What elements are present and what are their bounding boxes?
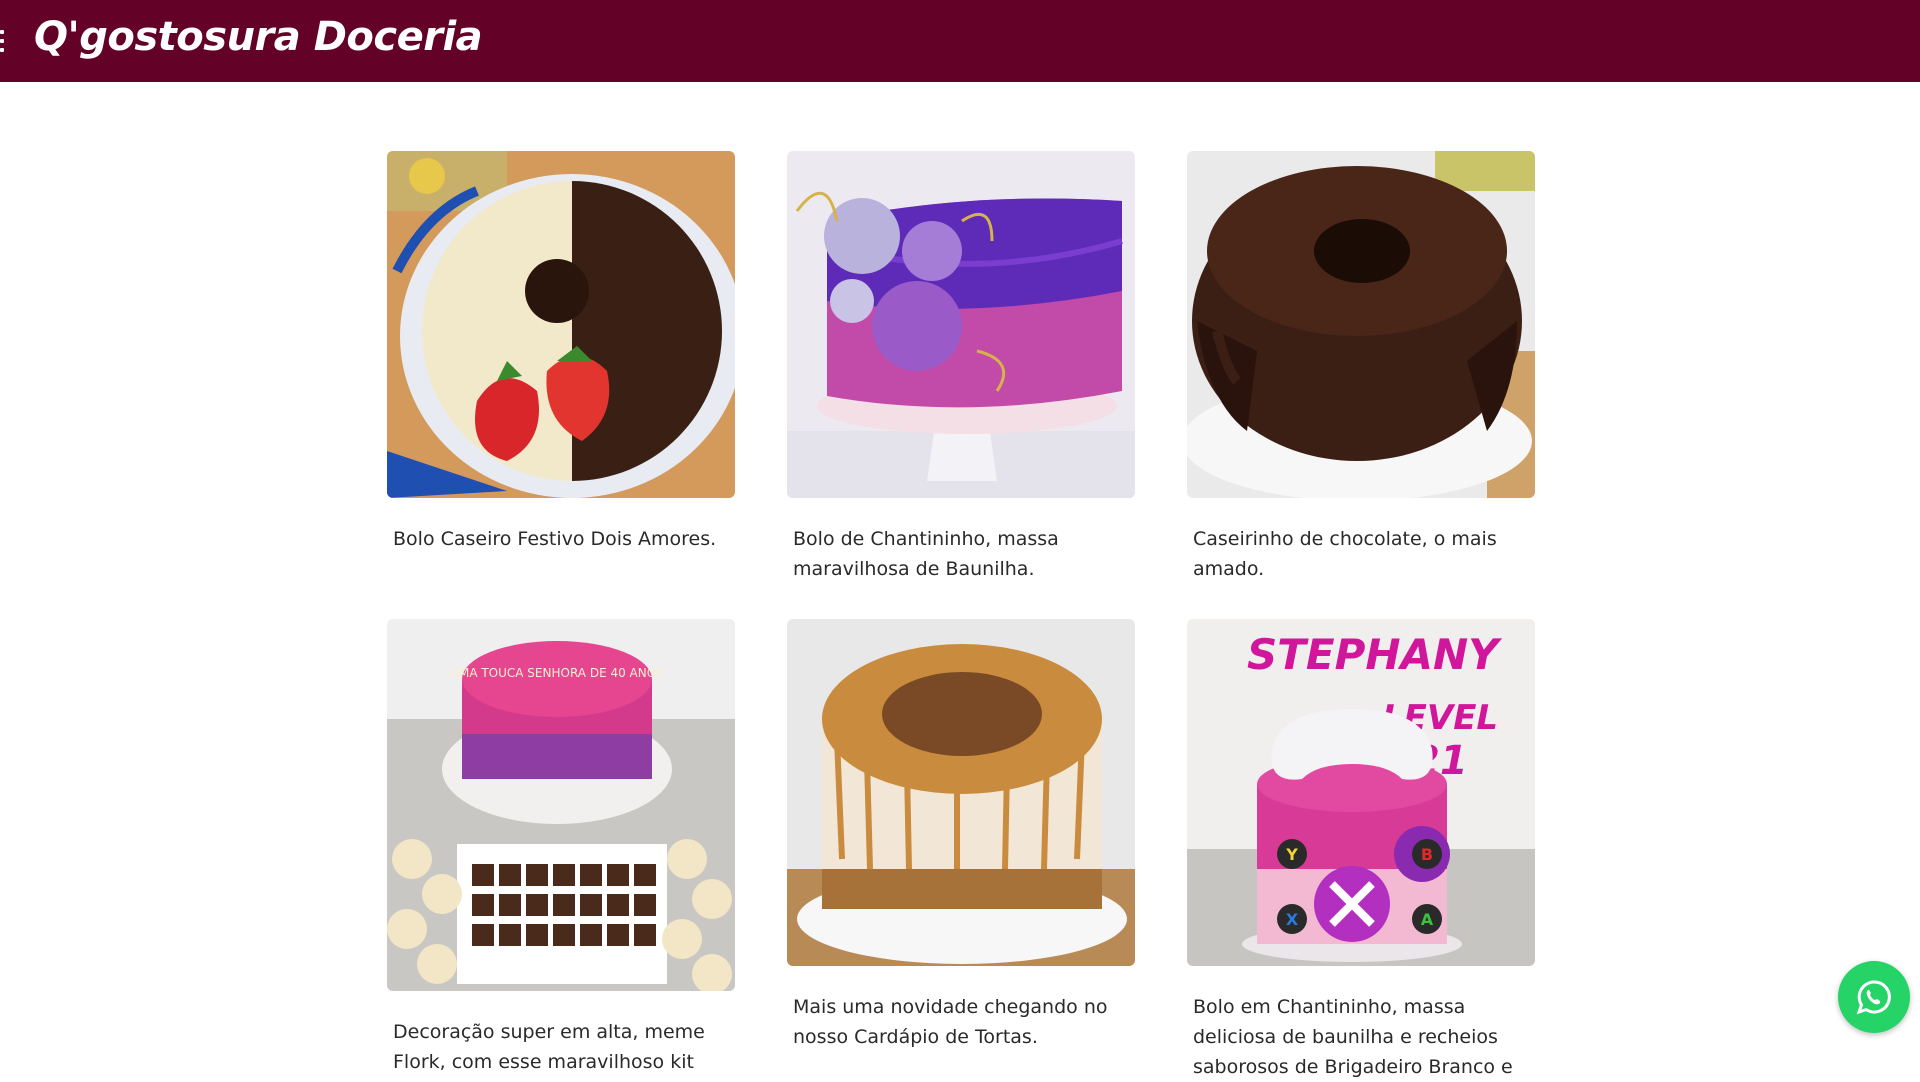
product-caption: Caseirinho de chocolate, o mais amado. [1193, 528, 1497, 580]
cake-topper-name: STEPHANY [1247, 630, 1502, 679]
hamburger-menu-icon[interactable] [0, 30, 4, 52]
product-image[interactable] [787, 151, 1135, 498]
cake-button-y: Y [1285, 845, 1298, 864]
cake-button-x: X [1286, 910, 1299, 929]
cake-button-b: B [1421, 845, 1433, 864]
cake-topper-text: UMA TOUCA SENHORA DE 40 ANOS [450, 666, 664, 680]
product-caption: Mais uma novidade chegando no nosso Card… [793, 996, 1108, 1048]
cake-button-a: A [1421, 910, 1434, 929]
product-image[interactable]: STEPHANY LEVEL 21 Y B X A [1187, 619, 1535, 966]
whatsapp-icon [1856, 980, 1891, 1015]
product-caption: Decoração super em alta, meme Flork, com… [393, 1021, 705, 1073]
product-image[interactable]: UMA TOUCA SENHORA DE 40 ANOS [387, 619, 735, 991]
brand-logo[interactable]: Q'gostosura Doceria [34, 14, 483, 60]
product-caption: Bolo em Chantininho, massa deliciosa de … [1193, 996, 1513, 1078]
product-image[interactable] [787, 619, 1135, 966]
whatsapp-button[interactable] [1838, 961, 1910, 1033]
product-image[interactable] [387, 151, 735, 498]
site-header: Q'gostosura Doceria [0, 0, 1920, 82]
product-caption: Bolo de Chantininho, massa maravilhosa d… [793, 528, 1059, 580]
product-caption: Bolo Caseiro Festivo Dois Amores. [393, 528, 717, 550]
product-image[interactable] [1187, 151, 1535, 498]
